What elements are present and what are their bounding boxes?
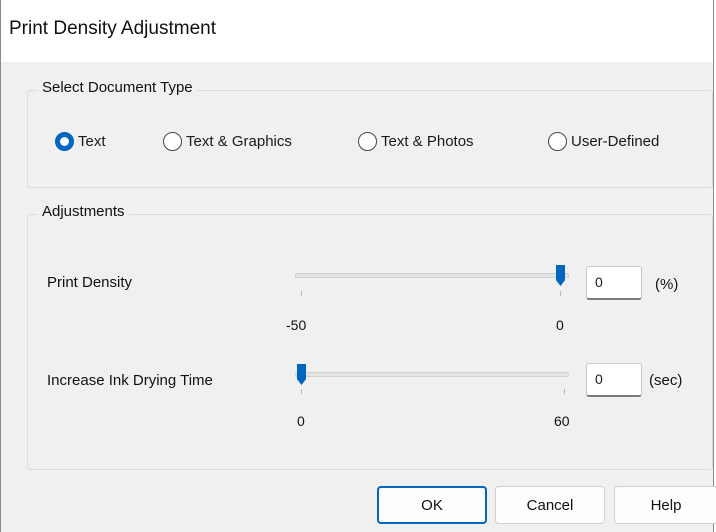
adjustments-group: Adjustments — [27, 203, 713, 470]
cancel-button[interactable]: Cancel — [495, 486, 605, 524]
slider-tick — [560, 291, 561, 296]
slider-tick — [301, 389, 302, 394]
radio-user-defined-label: User-Defined — [571, 132, 660, 150]
radio-text[interactable]: Text — [55, 129, 106, 153]
adjustments-legend: Adjustments — [38, 203, 129, 220]
drying-time-label: Increase Ink Drying Time — [47, 372, 213, 389]
radio-text-graphics[interactable]: Text & Graphics — [163, 129, 292, 153]
title-bar: Print Density Adjustment — [1, 0, 713, 62]
radio-unselected-icon — [163, 131, 182, 151]
slider-tick — [301, 291, 302, 296]
radio-unselected-icon — [358, 131, 377, 151]
print-density-max-label: 0 — [556, 317, 564, 333]
drying-time-unit: (sec) — [649, 372, 683, 389]
radio-text-photos[interactable]: Text & Photos — [358, 129, 474, 153]
ok-button[interactable]: OK — [377, 486, 487, 524]
print-density-slider-track[interactable] — [295, 273, 569, 278]
print-density-input[interactable]: 0 — [586, 266, 642, 300]
print-density-min-label: -50 — [286, 317, 307, 333]
help-button[interactable]: Help — [614, 486, 716, 524]
slider-tick — [564, 389, 565, 394]
radio-text-graphics-label: Text & Graphics — [186, 132, 292, 150]
radio-unselected-icon — [548, 131, 567, 151]
drying-time-input[interactable]: 0 — [586, 363, 642, 397]
radio-text-label: Text — [78, 132, 106, 150]
radio-user-defined[interactable]: User-Defined — [548, 129, 659, 153]
print-density-unit: (%) — [655, 276, 679, 293]
drying-time-min-label: 0 — [297, 413, 305, 429]
dialog-window: Print Density Adjustment Select Document… — [0, 0, 716, 532]
drying-time-slider-track[interactable] — [295, 372, 569, 377]
radio-selected-icon — [55, 131, 74, 151]
radio-text-photos-label: Text & Photos — [381, 132, 474, 150]
dialog-title: Print Density Adjustment — [9, 18, 216, 39]
print-density-label: Print Density — [47, 274, 133, 291]
drying-time-max-label: 60 — [554, 413, 570, 429]
document-type-legend: Select Document Type — [38, 79, 197, 96]
